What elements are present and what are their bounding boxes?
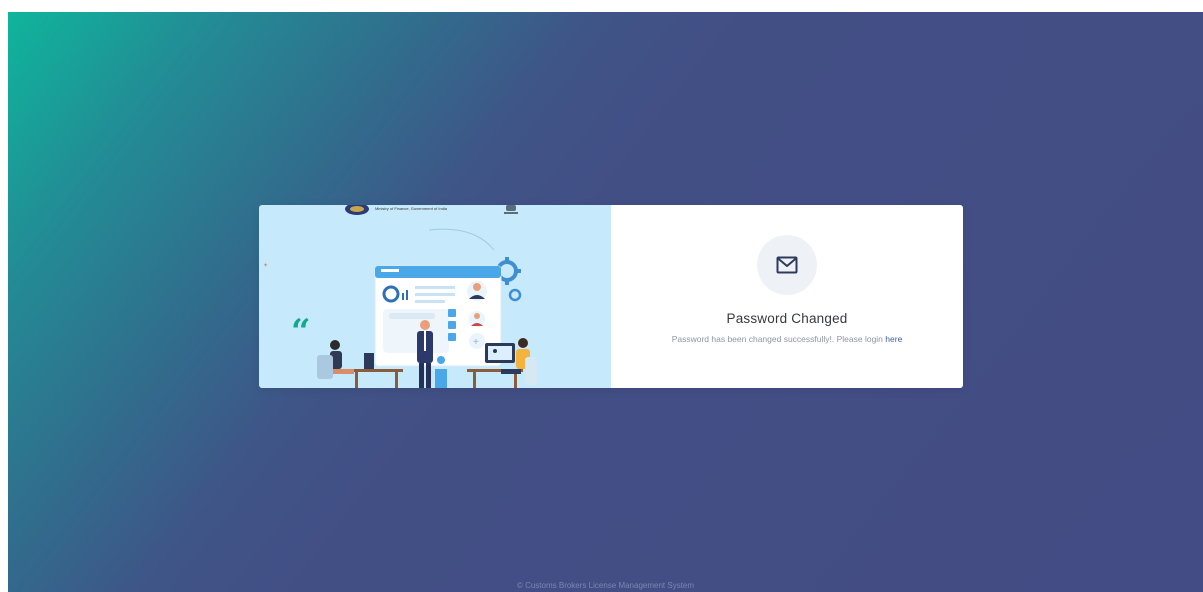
- ministry-caption: Ministry of Finance, Government of India: [375, 206, 448, 211]
- svg-text:✦: ✦: [263, 262, 268, 269]
- auth-card: Ministry of Finance, Government of India: [259, 205, 963, 388]
- page-background: Ministry of Finance, Government of India: [8, 12, 1203, 592]
- illustration-panel: Ministry of Finance, Government of India: [259, 205, 611, 388]
- login-link[interactable]: here: [885, 334, 902, 344]
- quote-mark-icon: “: [291, 312, 311, 352]
- mail-icon-circle: [757, 235, 817, 295]
- footer-copyright: © Customs Brokers License Management Sys…: [516, 581, 695, 590]
- office-illustration: Ministry of Finance, Government of India: [263, 205, 537, 388]
- national-emblem: [504, 205, 518, 214]
- mail-icon: [776, 256, 798, 274]
- svg-text:+: +: [473, 337, 479, 348]
- success-message-text: Password has been changed successfully!.…: [671, 334, 886, 344]
- left-desk: [347, 369, 403, 372]
- gear-small-icon: [508, 288, 522, 302]
- success-message: Password has been changed successfully!.…: [672, 334, 903, 344]
- message-panel: Password Changed Password has been chang…: [611, 205, 963, 388]
- success-title: Password Changed: [726, 311, 848, 326]
